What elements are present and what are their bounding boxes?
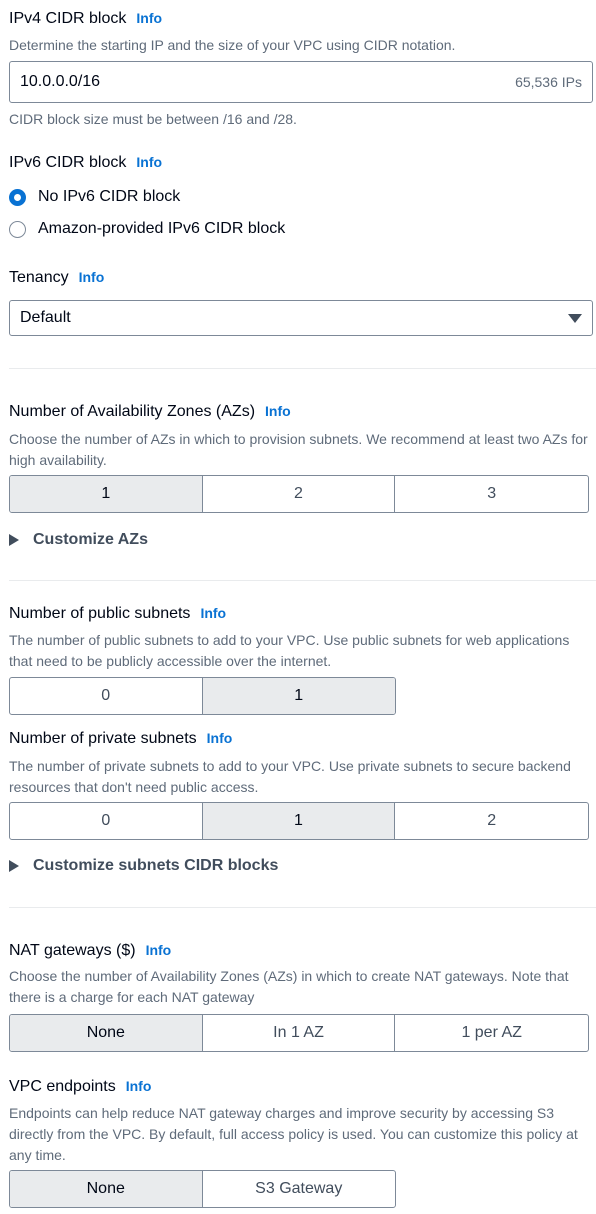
ip-count: 65,536 IPs (515, 74, 582, 90)
radio-unchecked-icon (9, 220, 26, 238)
public-option-0[interactable]: 0 (10, 678, 203, 714)
radio-no-ipv6[interactable]: No IPv6 CIDR block (9, 188, 180, 206)
nat-option-1-per-az[interactable]: 1 per AZ (395, 1015, 588, 1051)
customize-azs-expander[interactable]: Customize AZs (9, 531, 148, 549)
azs-option-1[interactable]: 1 (10, 476, 203, 512)
info-link[interactable]: Info (126, 1078, 152, 1094)
nat-gateways-description: Choose the number of Availability Zones … (9, 968, 569, 1005)
ipv6-label: IPv6 CIDR block Info (9, 154, 163, 171)
private-subnets-description: The number of private subnets to add to … (9, 758, 571, 795)
customize-subnets-expander[interactable]: Customize subnets CIDR blocks (9, 857, 278, 875)
azs-segmented-control: 1 2 3 (9, 475, 589, 513)
radio-checked-icon (9, 188, 26, 206)
info-link[interactable]: Info (207, 730, 233, 746)
ipv4-label: IPv4 CIDR block Info (9, 10, 163, 27)
info-link[interactable]: Info (136, 154, 162, 170)
ipv4-hint: CIDR block size must be between /16 and … (9, 111, 297, 127)
caret-right-icon (9, 860, 19, 872)
vpc-endpoints-label: VPC endpoints Info (9, 1078, 152, 1095)
info-link[interactable]: Info (79, 269, 105, 285)
azs-label: Number of Availability Zones (AZs) Info (9, 403, 291, 420)
nat-option-in-1-az[interactable]: In 1 AZ (203, 1015, 396, 1051)
vpc-endpoints-segmented-control: None S3 Gateway (9, 1170, 396, 1208)
info-link[interactable]: Info (200, 605, 226, 621)
nat-option-none[interactable]: None (10, 1015, 203, 1051)
endpoints-option-none[interactable]: None (10, 1171, 203, 1207)
public-option-1[interactable]: 1 (202, 678, 395, 714)
ipv4-description: Determine the starting IP and the size o… (9, 37, 456, 53)
tenancy-select[interactable]: Default (9, 300, 593, 336)
nat-gateways-label: NAT gateways ($) Info (9, 942, 172, 959)
caret-right-icon (9, 534, 19, 546)
info-link[interactable]: Info (265, 403, 291, 419)
private-option-0[interactable]: 0 (10, 803, 203, 839)
nat-gateways-segmented-control: None In 1 AZ 1 per AZ (9, 1014, 589, 1052)
private-subnets-segmented-control: 0 1 2 (9, 802, 589, 840)
endpoints-option-s3-gateway[interactable]: S3 Gateway (203, 1171, 396, 1207)
divider (9, 368, 596, 369)
ipv4-cidr-input[interactable]: 10.0.0.0/16 65,536 IPs (9, 61, 593, 103)
azs-option-3[interactable]: 3 (395, 476, 588, 512)
info-link[interactable]: Info (146, 942, 172, 958)
info-link[interactable]: Info (136, 10, 162, 26)
caret-down-icon (568, 313, 582, 323)
private-option-2[interactable]: 2 (395, 803, 588, 839)
vpc-endpoints-description: Endpoints can help reduce NAT gateway ch… (9, 1105, 578, 1163)
private-option-1[interactable]: 1 (202, 803, 396, 839)
public-subnets-label: Number of public subnets Info (9, 605, 227, 622)
public-subnets-description: The number of public subnets to add to y… (9, 632, 570, 669)
tenancy-label: Tenancy Info (9, 269, 105, 286)
divider (9, 580, 596, 581)
azs-description: Choose the number of AZs in which to pro… (9, 431, 588, 468)
azs-option-2[interactable]: 2 (203, 476, 396, 512)
radio-amazon-ipv6[interactable]: Amazon-provided IPv6 CIDR block (9, 220, 285, 238)
public-subnets-segmented-control: 0 1 (9, 677, 396, 715)
private-subnets-label: Number of private subnets Info (9, 730, 233, 747)
divider (9, 907, 596, 908)
